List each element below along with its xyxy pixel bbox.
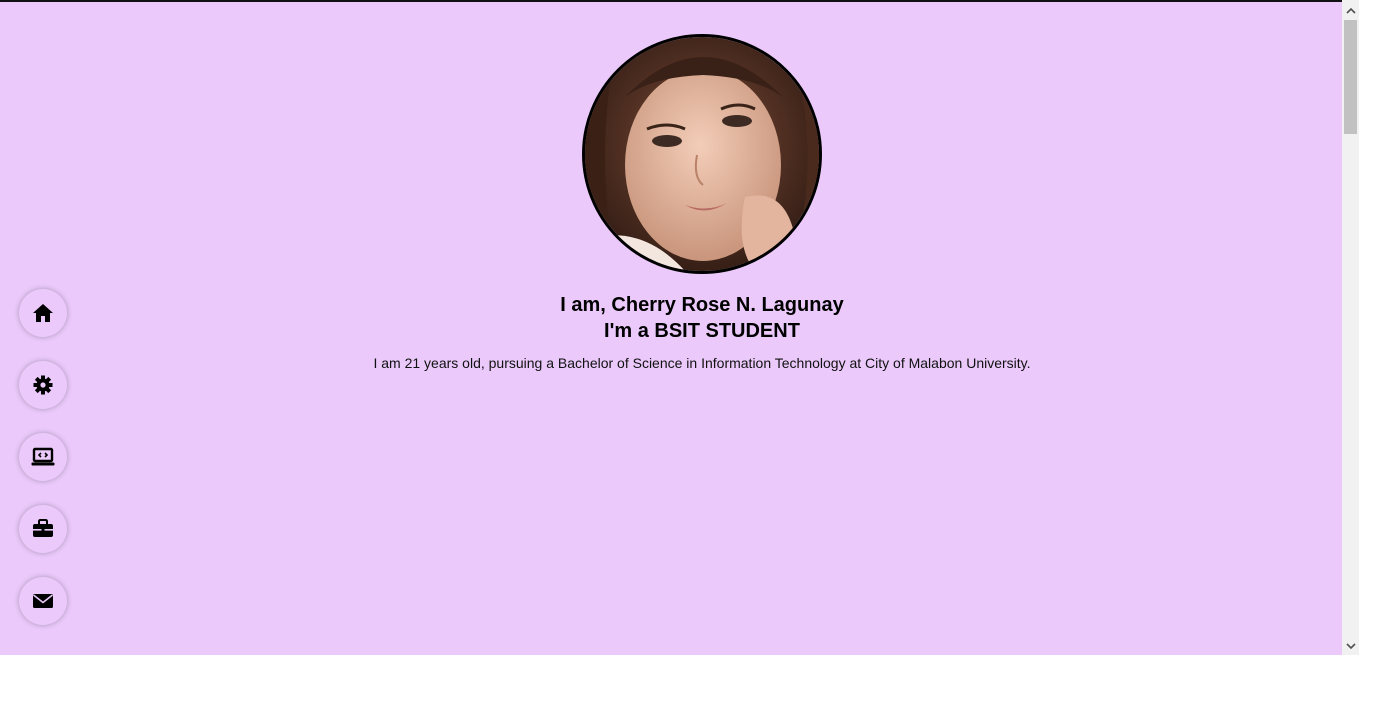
scroll-up-button[interactable] xyxy=(1342,2,1359,19)
envelope-icon xyxy=(33,594,53,608)
chevron-down-icon xyxy=(1345,643,1356,650)
home-icon xyxy=(33,304,53,322)
profile-avatar xyxy=(582,34,822,274)
briefcase-icon xyxy=(33,519,53,537)
page-viewport: I am, Cherry Rose N. Lagunay I'm a BSIT … xyxy=(0,0,1342,655)
profile-name-heading: I am, Cherry Rose N. Lagunay xyxy=(560,294,844,316)
profile-role-heading: I'm a BSIT STUDENT xyxy=(604,320,800,342)
scroll-thumb[interactable] xyxy=(1344,20,1357,134)
nav-projects-button[interactable] xyxy=(19,433,67,481)
nav-contact-button[interactable] xyxy=(19,577,67,625)
gear-icon xyxy=(33,375,53,395)
nav-home-button[interactable] xyxy=(19,289,67,337)
profile-bio: I am 21 years old, pursuing a Bachelor o… xyxy=(373,355,1031,371)
vertical-scrollbar[interactable] xyxy=(1342,0,1359,655)
laptop-code-icon xyxy=(31,447,55,466)
nav-experience-button[interactable] xyxy=(19,505,67,553)
profile-photo xyxy=(585,37,819,271)
scroll-down-button[interactable] xyxy=(1342,638,1359,655)
nav-settings-button[interactable] xyxy=(19,361,67,409)
chevron-up-icon xyxy=(1345,7,1356,14)
